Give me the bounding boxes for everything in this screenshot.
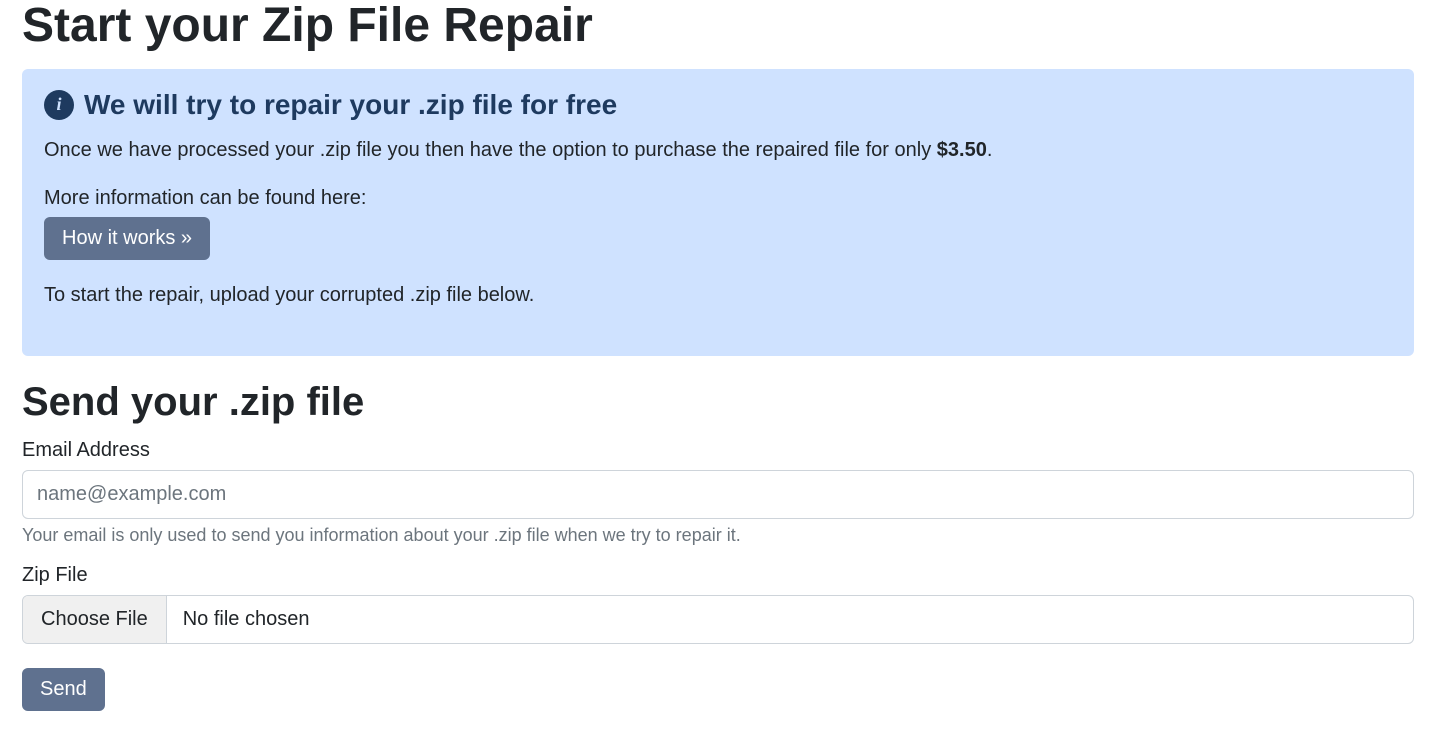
alert-title-text: We will try to repair your .zip file for… — [84, 89, 617, 121]
alert-title-row: i We will try to repair your .zip file f… — [44, 89, 1392, 121]
email-helper-text: Your email is only used to send you info… — [22, 525, 1414, 546]
send-button[interactable]: Send — [22, 668, 105, 711]
zipfile-label: Zip File — [22, 564, 1414, 587]
alert-description: Once we have processed your .zip file yo… — [44, 135, 1392, 165]
alert-price: $3.50 — [937, 139, 987, 161]
choose-file-button[interactable]: Choose File — [23, 596, 167, 643]
file-input-row: Choose File No file chosen — [22, 595, 1414, 644]
alert-desc-prefix: Once we have processed your .zip file yo… — [44, 139, 937, 161]
info-alert: i We will try to repair your .zip file f… — [22, 69, 1414, 356]
info-icon: i — [44, 90, 74, 120]
form-heading: Send your .zip file — [22, 380, 1414, 425]
how-it-works-button[interactable]: How it works » — [44, 217, 210, 260]
alert-more-info: More information can be found here: — [44, 183, 1392, 213]
alert-instruction: To start the repair, upload your corrupt… — [44, 280, 1392, 310]
page-title: Start your Zip File Repair — [22, 0, 1414, 53]
email-label: Email Address — [22, 439, 1414, 462]
alert-desc-suffix: . — [987, 139, 993, 161]
file-status-text: No file chosen — [167, 596, 1413, 643]
email-field[interactable] — [22, 470, 1414, 519]
